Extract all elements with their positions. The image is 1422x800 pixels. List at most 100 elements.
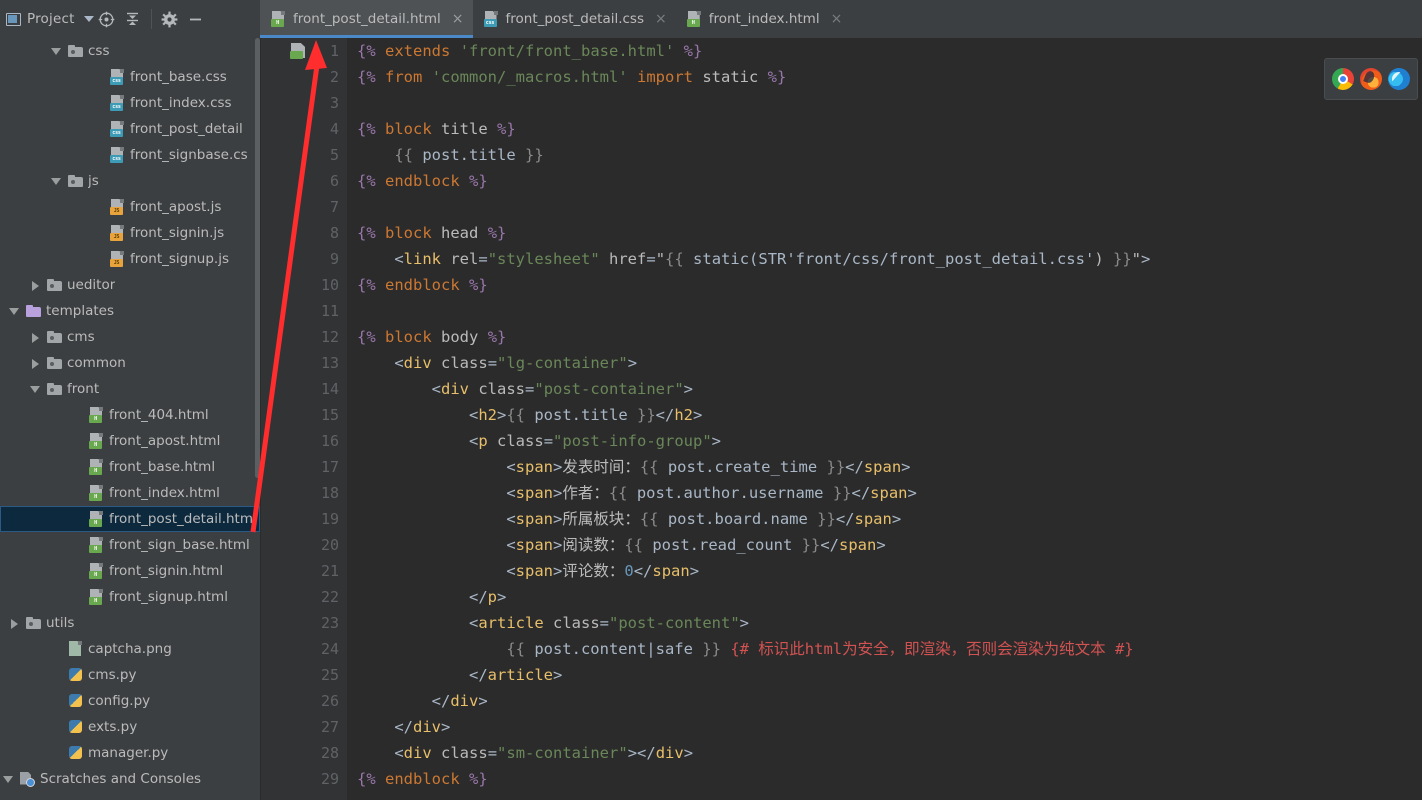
tree-item[interactable]: Hfront_apost.html xyxy=(0,428,260,454)
tree-item[interactable]: cms.py xyxy=(0,662,260,688)
tree-item[interactable]: cms xyxy=(0,324,260,350)
gutter-line-number[interactable]: 25 xyxy=(261,662,367,688)
gutter-line-number[interactable]: 2 xyxy=(261,64,347,90)
code-line[interactable]: {% endblock %} xyxy=(357,272,1422,298)
code-line[interactable]: <span>评论数：0</span> xyxy=(357,558,1422,584)
gear-icon[interactable] xyxy=(157,6,183,32)
gutter-line-number[interactable]: 29 xyxy=(261,766,347,792)
minimize-icon[interactable] xyxy=(183,6,209,32)
tree-item[interactable]: templates xyxy=(0,298,260,324)
tree-item[interactable]: JS front_signup.js xyxy=(0,246,260,272)
code-line[interactable]: {{ post.title }} xyxy=(357,142,1422,168)
code-line[interactable]: {{ post.content|safe }} {# 标识此html为安全，即渲… xyxy=(357,636,1422,662)
code-editor[interactable]: 1 2 3 4 5 6 7 8 9 10 11 12 13 14 15 16 17 18 19 20 21 22 23 24 2… xyxy=(261,38,1422,800)
gutter-line-number[interactable]: 13 xyxy=(261,350,367,376)
code-line[interactable]: <link rel="stylesheet" href="{{ static(S… xyxy=(357,246,1422,272)
editor-gutter[interactable]: 1 2 3 4 5 6 7 8 9 10 11 12 13 14 15 16 17 18 19 20 21 22 23 24 2… xyxy=(261,38,367,800)
code-line[interactable]: {% block body %} xyxy=(357,324,1422,350)
gutter-line-number[interactable]: 8 xyxy=(261,220,347,246)
tree-item[interactable]: manager.py xyxy=(0,740,260,766)
gutter-line-number[interactable]: 10 xyxy=(261,272,347,298)
project-tree[interactable]: css css front_base.css css front_index.css cs… xyxy=(0,38,261,800)
tree-item[interactable]: Hfront_404.html xyxy=(0,402,260,428)
tree-item[interactable]: front xyxy=(0,376,260,402)
code-line[interactable]: </p> xyxy=(357,584,1422,610)
tree-item[interactable]: Hfront_signup.html xyxy=(0,584,260,610)
gutter-line-number[interactable]: 5 xyxy=(261,142,347,168)
code-line[interactable]: {% block title %} xyxy=(357,116,1422,142)
code-line[interactable]: <span>作者：{{ post.author.username }}</spa… xyxy=(357,480,1422,506)
code-line[interactable]: <span>所属板块：{{ post.board.name }}</span> xyxy=(357,506,1422,532)
code-line[interactable]: </article> xyxy=(357,662,1422,688)
chevron-right-icon[interactable] xyxy=(29,331,42,344)
gutter-line-number[interactable]: 4 xyxy=(261,116,347,142)
gutter-line-number[interactable]: 11 xyxy=(261,298,347,324)
gutter-line-number[interactable]: 27 xyxy=(261,714,367,740)
chevron-down-icon[interactable] xyxy=(2,773,15,786)
gutter-line-number[interactable]: 22 xyxy=(261,584,367,610)
gutter-line-number[interactable]: 26 xyxy=(261,688,367,714)
tree-item[interactable]: css front_post_detail xyxy=(0,116,260,142)
gutter-line-number[interactable]: 19 xyxy=(261,506,363,532)
tree-item[interactable]: JS front_apost.js xyxy=(0,194,260,220)
gutter-line-number[interactable]: 17 xyxy=(261,454,363,480)
chevron-down-icon[interactable] xyxy=(83,16,94,22)
code-line[interactable]: <div class="post-container"> xyxy=(357,376,1422,402)
gutter-line-number[interactable]: 9 xyxy=(261,246,347,272)
chevron-down-icon[interactable] xyxy=(8,305,21,318)
chevron-down-icon[interactable] xyxy=(50,45,63,58)
tree-item[interactable]: JS front_signin.js xyxy=(0,220,260,246)
close-icon[interactable]: × xyxy=(831,12,843,26)
tree-item[interactable]: css front_base.css xyxy=(0,64,260,90)
tree-item[interactable]: common xyxy=(0,350,260,376)
firefox-icon[interactable] xyxy=(1360,68,1382,90)
editor-code-area[interactable]: {% extends 'front/front_base.html' %} {% … xyxy=(347,38,1422,800)
tree-item[interactable]: config.py xyxy=(0,688,260,714)
tree-item[interactable]: Hfront_sign_base.html xyxy=(0,532,260,558)
tree-item[interactable]: css front_index.css xyxy=(0,90,260,116)
code-line[interactable]: {% extends 'front/front_base.html' %} xyxy=(357,38,1422,64)
chrome-icon[interactable] xyxy=(1332,68,1354,90)
gutter-line-number[interactable]: 28 xyxy=(261,740,363,766)
code-line[interactable]: {% block head %} xyxy=(357,220,1422,246)
tree-item[interactable]: css xyxy=(0,38,260,64)
collapse-all-icon[interactable] xyxy=(120,6,146,32)
code-line[interactable]: {% endblock %} xyxy=(357,766,1422,792)
gutter-line-number[interactable]: 23 xyxy=(261,610,367,636)
edge-icon[interactable] xyxy=(1388,68,1410,90)
tree-item[interactable]: captcha.png xyxy=(0,636,260,662)
gutter-line-number[interactable]: 3 xyxy=(261,90,347,116)
code-line[interactable]: {% from 'common/_macros.html' import sta… xyxy=(357,64,1422,90)
code-line[interactable]: <p class="post-info-group"> xyxy=(357,428,1422,454)
close-icon[interactable]: × xyxy=(452,12,464,26)
chevron-right-icon[interactable] xyxy=(8,617,21,630)
gutter-line-number[interactable]: 12 xyxy=(261,324,347,350)
gutter-line-number[interactable]: 6 xyxy=(261,168,347,194)
editor-tab-front-post-detail-css[interactable]: css front_post_detail.css × xyxy=(473,0,676,38)
tree-item[interactable]: css front_signbase.cs xyxy=(0,142,260,168)
tree-item[interactable]: ueditor xyxy=(0,272,260,298)
tree-item[interactable]: js xyxy=(0,168,260,194)
tree-item[interactable]: Scratches and Consoles xyxy=(0,766,260,792)
code-line[interactable]: {% endblock %} xyxy=(357,168,1422,194)
chevron-right-icon[interactable] xyxy=(29,279,42,292)
tree-item[interactable]: Hfront_signin.html xyxy=(0,558,260,584)
code-line[interactable]: <article class="post-content"> xyxy=(357,610,1422,636)
gutter-line-number[interactable]: 20 xyxy=(261,532,363,558)
gutter-line-number[interactable]: 24 xyxy=(261,636,363,662)
chevron-down-icon[interactable] xyxy=(50,175,63,188)
gutter-line-number[interactable]: 18 xyxy=(261,480,363,506)
gutter-line-number[interactable]: 14 xyxy=(261,376,367,402)
code-line[interactable] xyxy=(357,194,1422,220)
code-line[interactable]: <h2>{{ post.title }}</h2> xyxy=(357,402,1422,428)
editor-tab-front-index-html[interactable]: Hfront_index.html × xyxy=(676,0,852,38)
gutter-line-number[interactable]: 16 xyxy=(261,428,367,454)
code-line[interactable]: </div> xyxy=(357,688,1422,714)
chevron-down-icon[interactable] xyxy=(29,383,42,396)
close-icon[interactable]: × xyxy=(655,12,667,26)
locate-icon[interactable] xyxy=(94,6,120,32)
code-line[interactable]: <span>发表时间：{{ post.create_time }}</span> xyxy=(357,454,1422,480)
code-line[interactable]: <div class="sm-container"></div> xyxy=(357,740,1422,766)
editor-tab-front-post-detail-html[interactable]: Hfront_post_detail.html × xyxy=(260,0,473,38)
code-line[interactable] xyxy=(357,298,1422,324)
